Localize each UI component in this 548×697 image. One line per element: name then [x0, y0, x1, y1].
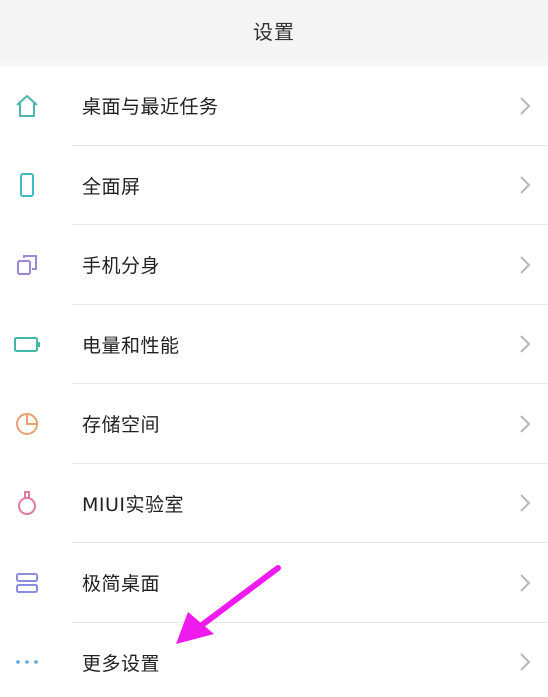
chevron-right-icon	[520, 415, 531, 433]
settings-list: 桌面与最近任务 全面屏 手机分身 电量和性能 存储空间 MIUI实验室 极简桌面…	[0, 66, 548, 697]
lab-flask-icon	[10, 486, 44, 520]
settings-item-label: 极简桌面	[82, 573, 161, 596]
settings-item-full-screen[interactable]: 全面屏	[0, 145, 548, 225]
settings-item-minimal-desktop[interactable]: 极简桌面	[0, 543, 548, 623]
settings-item-label: 手机分身	[82, 255, 161, 278]
title-bar: 设置	[0, 0, 548, 60]
chevron-right-icon	[520, 176, 531, 194]
home-icon	[10, 89, 44, 123]
settings-item-label: 更多设置	[82, 652, 161, 675]
settings-item-more-settings[interactable]: 更多设置	[0, 622, 548, 697]
battery-icon	[10, 327, 44, 361]
storage-pie-icon	[10, 407, 44, 441]
chevron-right-icon	[520, 335, 531, 353]
settings-item-storage[interactable]: 存储空间	[0, 384, 548, 464]
settings-item-second-space[interactable]: 手机分身	[0, 225, 548, 305]
settings-item-label: 全面屏	[82, 175, 141, 198]
settings-item-label: 存储空间	[82, 414, 161, 437]
chevron-right-icon	[520, 574, 531, 592]
settings-item-label: MIUI实验室	[82, 493, 185, 516]
chevron-right-icon	[520, 256, 531, 274]
settings-item-miui-lab[interactable]: MIUI实验室	[0, 463, 548, 543]
settings-item-battery-performance[interactable]: 电量和性能	[0, 304, 548, 384]
settings-item-label: 电量和性能	[82, 334, 180, 357]
clone-icon	[10, 248, 44, 282]
chevron-right-icon	[520, 97, 531, 115]
more-dots-icon	[10, 645, 44, 679]
chevron-right-icon	[520, 653, 531, 671]
chevron-right-icon	[520, 494, 531, 512]
page-title: 设置	[253, 19, 295, 44]
minimal-desktop-icon	[10, 566, 44, 600]
settings-item-desktop-recents[interactable]: 桌面与最近任务	[0, 66, 548, 146]
phone-icon	[10, 168, 44, 202]
settings-item-label: 桌面与最近任务	[82, 96, 219, 119]
